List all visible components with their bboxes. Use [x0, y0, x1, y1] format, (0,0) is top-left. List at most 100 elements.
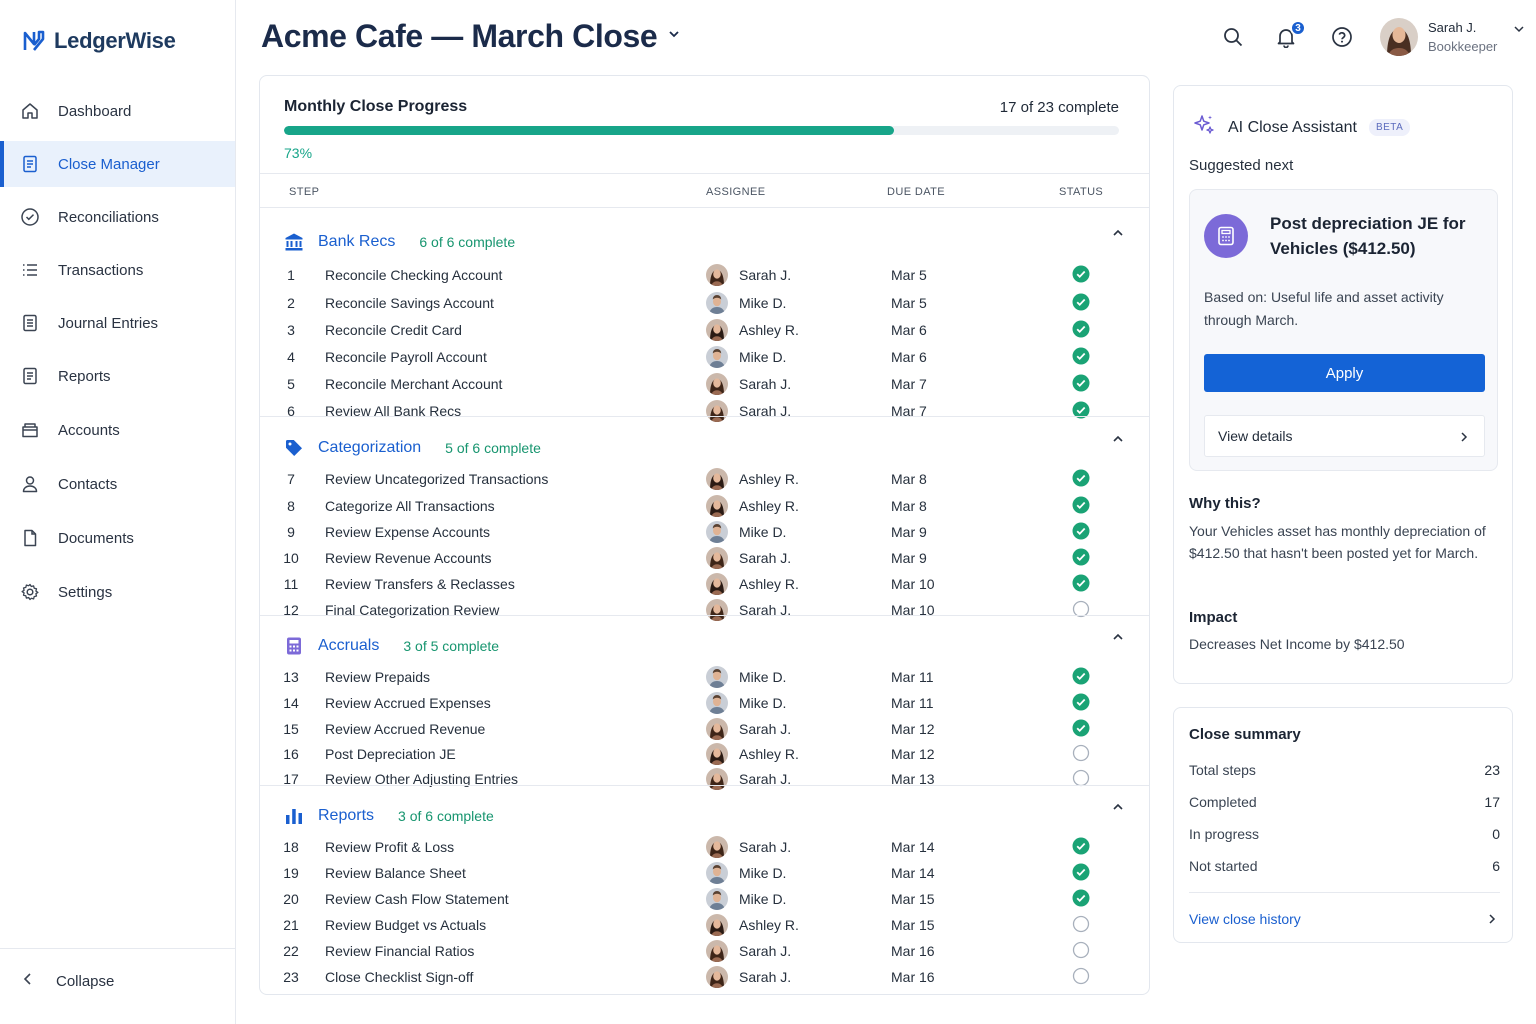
due-date: Mar 5 — [891, 267, 927, 283]
user-menu[interactable]: Sarah J. Bookkeeper — [1380, 18, 1525, 56]
summary-row-total: Total steps 23 — [1189, 762, 1500, 778]
table-row[interactable]: 7 Review Uncategorized Transactions Ashley… — [260, 467, 1149, 493]
status-complete-icon[interactable] — [1072, 293, 1090, 311]
avatar — [706, 346, 728, 368]
step-name: Categorize All Transactions — [325, 498, 495, 514]
step-name: Reconcile Merchant Account — [325, 376, 503, 392]
table-row[interactable]: 17 Review Other Adjusting Entries Sarah J.… — [260, 767, 1149, 793]
status-complete-icon[interactable] — [1072, 889, 1090, 907]
status-pending-icon[interactable] — [1072, 915, 1090, 933]
table-row[interactable]: 8 Categorize All Transactions Ashley R. Mar… — [260, 494, 1149, 520]
group-header-accruals[interactable]: Accruals 3 of 5 complete — [284, 636, 499, 656]
status-complete-icon[interactable] — [1072, 693, 1090, 711]
assignee-name: Sarah J. — [739, 721, 792, 737]
table-row[interactable]: 18 Review Profit & Loss Sarah J. Mar 14 — [260, 835, 1149, 861]
table-row[interactable]: 22 Review Financial Ratios Sarah J. Mar 16 — [260, 939, 1149, 965]
step-name: Review Accrued Revenue — [325, 721, 486, 737]
view-close-history-link[interactable]: View close history — [1189, 911, 1500, 927]
status-complete-icon[interactable] — [1072, 496, 1090, 514]
search-button[interactable] — [1220, 26, 1246, 52]
status-pending-icon[interactable] — [1072, 967, 1090, 985]
table-row[interactable]: 19 Review Balance Sheet Mike D. Mar 14 — [260, 861, 1149, 887]
sidebar-item-accounts[interactable]: Accounts — [0, 407, 235, 453]
sidebar-item-close-manager[interactable]: Close Manager — [0, 141, 235, 187]
summary-value: 17 — [1484, 794, 1500, 810]
table-row[interactable]: 20 Review Cash Flow Statement Mike D. Mar 1… — [260, 887, 1149, 913]
sidebar-item-dashboard[interactable]: Dashboard — [0, 88, 235, 134]
table-row[interactable]: 23 Close Checklist Sign-off Sarah J. Mar 16 — [260, 965, 1149, 991]
sidebar-item-journal-entries[interactable]: Journal Entries — [0, 300, 235, 346]
group-header-categorization[interactable]: Categorization 5 of 6 complete — [284, 438, 541, 458]
sidebar-item-contacts[interactable]: Contacts — [0, 461, 235, 507]
table-row[interactable]: 16 Post Depreciation JE Ashley R. Mar 12 — [260, 742, 1149, 768]
table-row[interactable]: 9 Review Expense Accounts Mike D. Mar 9 — [260, 520, 1149, 546]
sidebar-item-settings[interactable]: Settings — [0, 569, 235, 615]
status-complete-icon[interactable] — [1072, 719, 1090, 737]
view-details-button[interactable]: View details — [1204, 415, 1485, 457]
summary-label: Total steps — [1189, 762, 1256, 778]
status-complete-icon[interactable] — [1072, 837, 1090, 855]
avatar — [706, 521, 728, 543]
avatar — [706, 914, 728, 936]
assignee-name: Sarah J. — [739, 943, 792, 959]
avatar — [706, 966, 728, 988]
assignee-name: Mike D. — [739, 891, 787, 907]
table-row[interactable]: 15 Review Accrued Revenue Sarah J. Mar 12 — [260, 717, 1149, 743]
step-number: 19 — [283, 865, 299, 881]
table-row[interactable]: 4 Reconcile Payroll Account Mike D. Mar 6 — [260, 345, 1149, 371]
group-header-bank-recs[interactable]: Bank Recs 6 of 6 complete — [284, 232, 515, 252]
status-complete-icon[interactable] — [1072, 667, 1090, 685]
status-complete-icon[interactable] — [1072, 374, 1090, 392]
table-row[interactable]: 3 Reconcile Credit Card Ashley R. Mar 6 — [260, 318, 1149, 344]
status-complete-icon[interactable] — [1072, 522, 1090, 540]
due-date: Mar 11 — [891, 669, 934, 685]
step-name: Review Cash Flow Statement — [325, 891, 509, 907]
apply-button[interactable]: Apply — [1204, 354, 1485, 392]
status-complete-icon[interactable] — [1072, 347, 1090, 365]
step-number: 16 — [283, 746, 299, 762]
table-row[interactable]: 11 Review Transfers & Reclasses Ashley R. M… — [260, 572, 1149, 598]
brand-logo[interactable]: LedgerWise — [22, 28, 176, 54]
sidebar-item-reconciliations[interactable]: Reconciliations — [0, 194, 235, 240]
status-complete-icon[interactable] — [1072, 469, 1090, 487]
due-date: Mar 15 — [891, 891, 935, 907]
status-pending-icon[interactable] — [1072, 744, 1090, 762]
chevron-up-icon[interactable] — [1111, 800, 1125, 814]
column-header-due-date: DUE DATE — [887, 186, 946, 198]
status-complete-icon[interactable] — [1072, 574, 1090, 592]
sidebar-item-reports[interactable]: Reports — [0, 353, 235, 399]
user-name: Sarah J. — [1428, 20, 1477, 35]
help-button[interactable] — [1329, 26, 1355, 52]
chevron-up-icon[interactable] — [1111, 630, 1125, 644]
group-header-reports[interactable]: Reports 3 of 6 complete — [284, 806, 494, 826]
table-row[interactable]: 13 Review Prepaids Mike D. Mar 11 — [260, 665, 1149, 691]
table-row[interactable]: 21 Review Budget vs Actuals Ashley R. Mar 1… — [260, 913, 1149, 939]
table-row[interactable]: 2 Reconcile Savings Account Mike D. Mar 5 — [260, 291, 1149, 317]
assignee-name: Mike D. — [739, 295, 787, 311]
sidebar-item-label: Journal Entries — [58, 314, 159, 332]
status-complete-icon[interactable] — [1072, 548, 1090, 566]
table-row[interactable]: 6 Review All Bank Recs Sarah J. Mar 7 — [260, 399, 1149, 425]
status-pending-icon[interactable] — [1072, 941, 1090, 959]
chevron-up-icon[interactable] — [1111, 432, 1125, 446]
status-complete-icon[interactable] — [1072, 320, 1090, 338]
status-complete-icon[interactable] — [1072, 863, 1090, 881]
table-row[interactable]: 5 Reconcile Merchant Account Sarah J. Mar 7 — [260, 372, 1149, 398]
bar-chart-icon — [284, 806, 304, 826]
divider — [260, 173, 1149, 174]
table-row[interactable]: 10 Review Revenue Accounts Sarah J. Mar 9 — [260, 546, 1149, 572]
sidebar-item-documents[interactable]: Documents — [0, 515, 235, 561]
user-role: Bookkeeper — [1428, 39, 1498, 54]
table-row[interactable]: 12 Final Categorization Review Sarah J. Mar… — [260, 598, 1149, 624]
assignee-name: Sarah J. — [739, 839, 792, 855]
table-row[interactable]: 14 Review Accrued Expenses Mike D. Mar 11 — [260, 691, 1149, 717]
table-row[interactable]: 1 Reconcile Checking Account Sarah J. Mar 5 — [260, 263, 1149, 289]
notifications-button[interactable]: 3 — [1273, 20, 1306, 52]
chevron-up-icon[interactable] — [1111, 226, 1125, 240]
collapse-button[interactable]: Collapse — [20, 971, 114, 991]
home-icon — [20, 101, 40, 121]
avatar — [706, 692, 728, 714]
status-complete-icon[interactable] — [1072, 265, 1090, 283]
page-title-dropdown[interactable]: Acme Cafe — March Close — [261, 18, 681, 55]
sidebar-item-transactions[interactable]: Transactions — [0, 247, 235, 293]
